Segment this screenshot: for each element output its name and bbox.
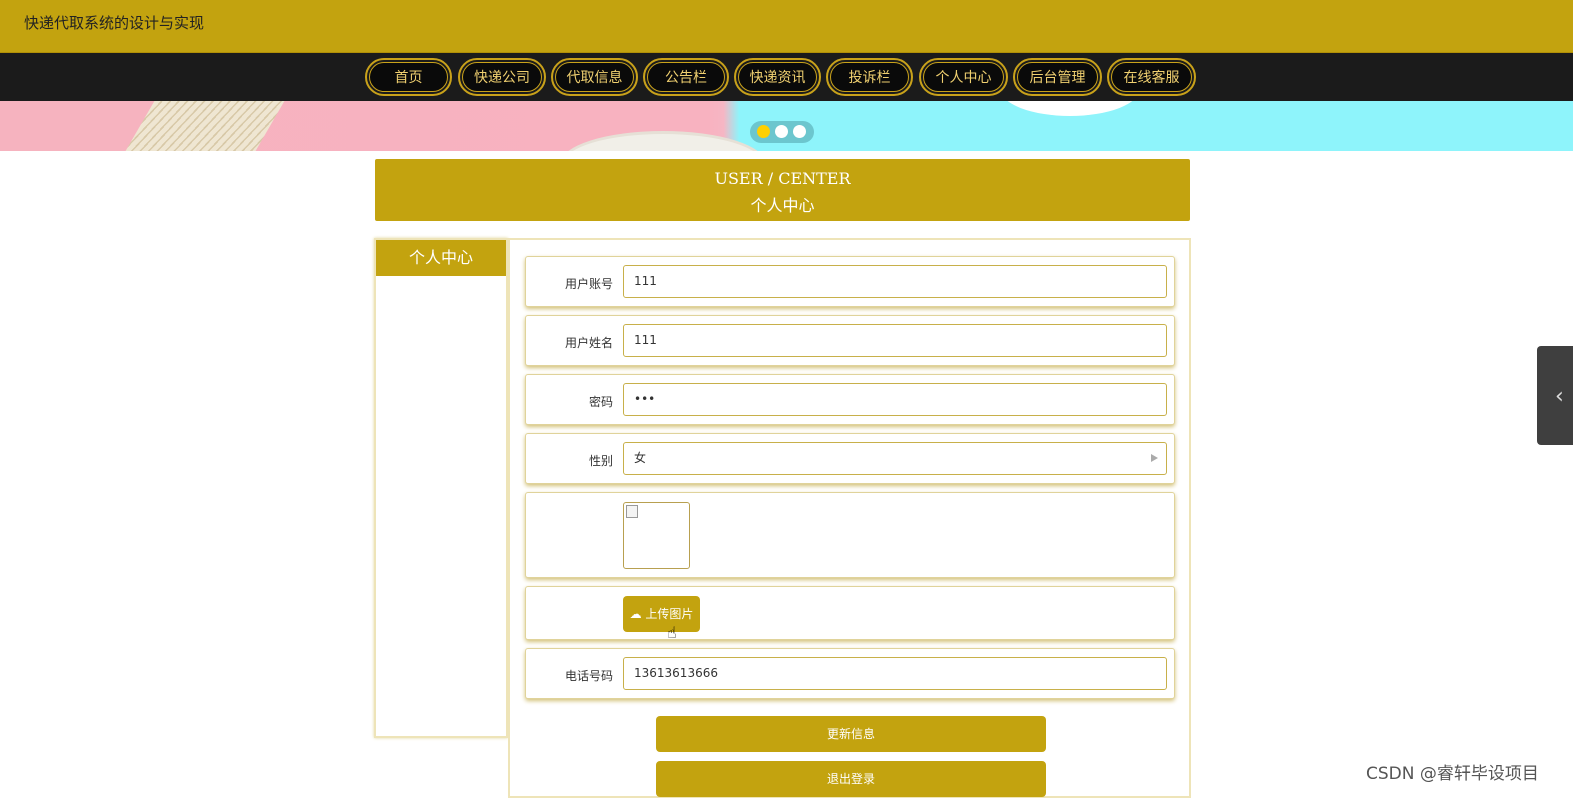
- main-nav: 首页 快递公司 代取信息 公告栏 快递资讯 投诉栏 个人中心 后台管理 在线客服: [0, 53, 1573, 101]
- chevron-left-icon: ‹: [1555, 384, 1564, 409]
- caret-icon: [1151, 454, 1158, 462]
- update-info-button[interactable]: 更新信息: [656, 716, 1046, 752]
- name-input[interactable]: 111: [623, 324, 1167, 357]
- carousel-dot[interactable]: [775, 125, 788, 138]
- form-row-upload: ☁ 上传图片 ☝: [525, 586, 1175, 642]
- site-title: 快递代取系统的设计与实现: [24, 14, 205, 32]
- avatar-preview: [623, 502, 690, 569]
- cloud-upload-icon: ☁: [629, 607, 642, 621]
- form-row-password: 密码 •••: [525, 374, 1175, 425]
- nav-item-label: 代取信息: [555, 62, 634, 92]
- nav-item-label: 首页: [369, 62, 448, 92]
- gender-label: 性别: [588, 454, 613, 468]
- form-row-phone: 电话号码 13613613666: [525, 648, 1175, 699]
- account-label: 用户账号: [564, 277, 613, 291]
- phone-input[interactable]: 13613613666: [623, 657, 1167, 690]
- sidebar: 个人中心: [374, 238, 508, 738]
- nav-item-pickup-info[interactable]: 代取信息: [551, 58, 638, 96]
- nav-item-label: 快递公司: [462, 62, 542, 92]
- password-label: 密码: [588, 395, 613, 409]
- hand-cursor-icon: ☝: [667, 623, 677, 642]
- banner-decoration: [125, 101, 285, 151]
- nav-item-label: 快递资讯: [738, 62, 817, 92]
- form-row-account: 用户账号 111: [525, 256, 1175, 307]
- profile-form: 用户账号 111 用户姓名 111 密码 ••• 性别 女 ☁ 上传图片 ☝ 电…: [508, 238, 1191, 798]
- nav-item-home[interactable]: 首页: [365, 58, 452, 96]
- logout-button[interactable]: 退出登录: [656, 761, 1046, 797]
- banner-decoration: [560, 131, 766, 151]
- nav-item-label: 个人中心: [923, 62, 1004, 92]
- nav-item-bulletin[interactable]: 公告栏: [643, 58, 729, 96]
- top-bar: 快递代取系统的设计与实现: [0, 0, 1573, 53]
- nav-item-complaints[interactable]: 投诉栏: [826, 58, 913, 96]
- carousel-dot[interactable]: [757, 125, 770, 138]
- password-input[interactable]: •••: [623, 383, 1167, 416]
- watermark: CSDN @睿轩毕设项目: [1366, 764, 1539, 784]
- nav-item-courier-company[interactable]: 快递公司: [458, 58, 546, 96]
- nav-item-label: 后台管理: [1017, 62, 1098, 92]
- nav-item-courier-news[interactable]: 快递资讯: [734, 58, 821, 96]
- section-header: USER / CENTER 个人中心: [375, 159, 1190, 221]
- nav-item-label: 在线客服: [1111, 62, 1192, 92]
- side-panel-toggle[interactable]: ‹: [1537, 346, 1573, 445]
- account-input[interactable]: 111: [623, 265, 1167, 298]
- phone-label: 电话号码: [564, 669, 613, 683]
- section-title-zh: 个人中心: [750, 196, 815, 215]
- broken-image-icon: [626, 505, 638, 518]
- nav-item-label: 公告栏: [647, 62, 725, 92]
- sidebar-item-personal-center[interactable]: 个人中心: [376, 240, 506, 276]
- section-title-en: USER / CENTER: [714, 169, 851, 188]
- form-row-gender: 性别 女: [525, 433, 1175, 484]
- gender-select-value: 女: [634, 451, 647, 465]
- nav-item-label: 投诉栏: [830, 62, 909, 92]
- form-row-avatar: [525, 492, 1175, 578]
- gender-select[interactable]: 女: [623, 442, 1167, 475]
- nav-item-online-service[interactable]: 在线客服: [1107, 58, 1196, 96]
- carousel-dots: [750, 121, 814, 143]
- upload-button-label: 上传图片: [645, 607, 694, 621]
- nav-item-admin[interactable]: 后台管理: [1013, 58, 1102, 96]
- name-label: 用户姓名: [564, 336, 613, 350]
- carousel-dot[interactable]: [793, 125, 806, 138]
- form-row-name: 用户姓名 111: [525, 315, 1175, 366]
- upload-image-button[interactable]: ☁ 上传图片: [623, 596, 700, 632]
- banner-decoration: [1000, 101, 1140, 116]
- nav-item-personal-center[interactable]: 个人中心: [919, 58, 1008, 96]
